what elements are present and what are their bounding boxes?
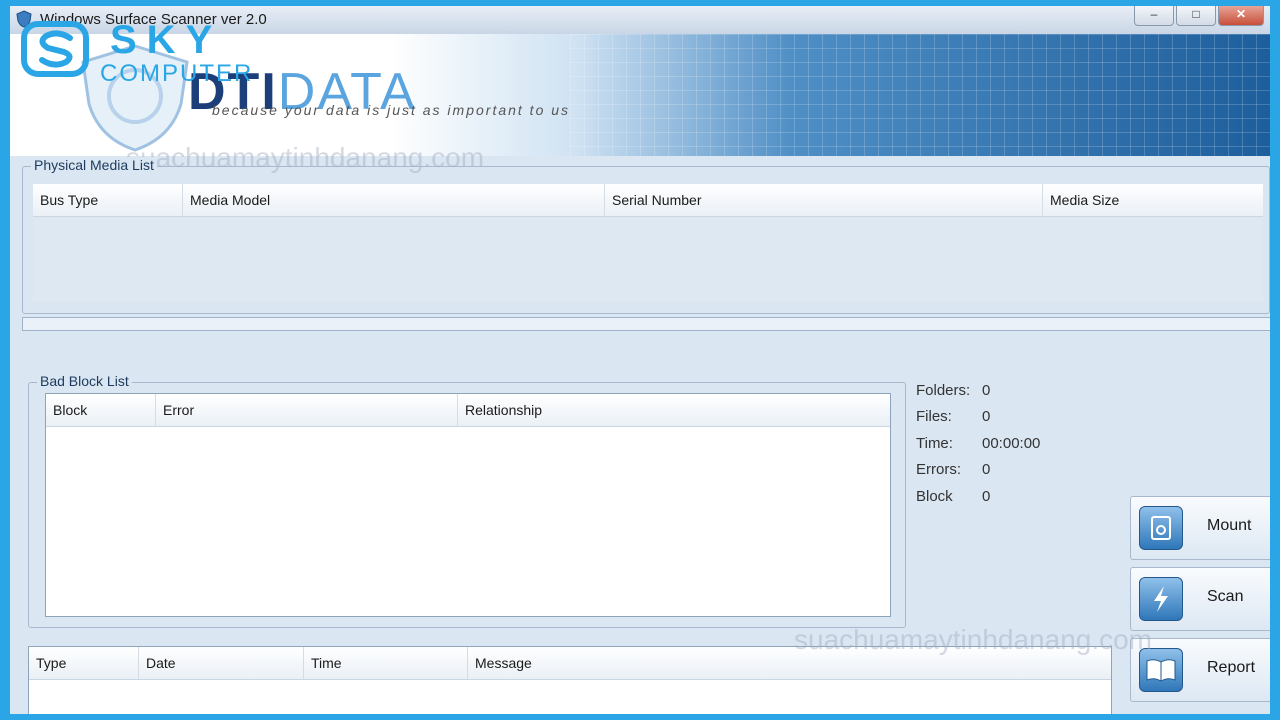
disk-icon-svg [1151,516,1171,540]
maximize-button[interactable]: □ [1176,6,1216,26]
overlay-logo-mark [21,21,89,77]
stat-time: Time: 00:00:00 [916,435,1076,457]
bad-block-group: Bad Block List Block Error Relationship [28,373,906,628]
stat-time-label: Time: [916,435,953,452]
stat-block-label: Block [916,488,953,505]
scan-button[interactable]: Scan [1130,567,1270,631]
minimize-button[interactable]: – [1134,6,1174,26]
scan-button-label: Scan [1207,588,1244,605]
report-button-label: Report [1207,659,1256,676]
column-header-type[interactable]: Type [29,647,139,679]
column-header-date[interactable]: Date [139,647,304,679]
banner-grid-pattern [570,34,1270,156]
stat-folders-label: Folders: [916,382,971,399]
app-window: Windows Surface Scanner ver 2.0 – □ ✕ DT… [10,6,1270,714]
stat-block: Block 0 [916,488,1076,510]
bad-block-label: Bad Block List [37,373,132,389]
maximize-icon: □ [1192,7,1200,21]
bad-block-list[interactable]: Block Error Relationship [45,393,891,617]
lightning-icon-svg [1154,586,1168,612]
stat-files-label: Files: [916,408,952,425]
scan-progress-bar [22,317,1270,331]
stat-errors: Errors: 0 [916,461,1076,483]
stat-folders-value: 0 [982,382,991,399]
mount-button[interactable]: Mount [1130,496,1270,560]
physical-media-group: Physical Media List Bus Type Media Model… [22,157,1270,314]
lightning-icon [1139,577,1183,621]
close-button[interactable]: ✕ [1218,6,1264,26]
column-header-relationship[interactable]: Relationship [458,394,888,426]
physical-media-header: Bus Type Media Model Serial Number Media… [33,184,1263,217]
watermark-text-2: suachuamaytinhdanang.com [794,624,1153,655]
column-header-media-size[interactable]: Media Size [1043,184,1263,216]
window-controls: – □ ✕ [1132,6,1264,26]
physical-media-label: Physical Media List [31,157,157,173]
stat-folders: Folders: 0 [916,382,1076,404]
screenshot-frame: Windows Surface Scanner ver 2.0 – □ ✕ DT… [0,0,1280,720]
overlay-logo: SKY COMPUTER [18,18,251,90]
overlay-logo-word: SKY [110,18,223,62]
stat-errors-label: Errors: [916,461,961,478]
column-header-serial-number[interactable]: Serial Number [605,184,1043,216]
brand-tagline: because your data is just as important t… [212,102,571,118]
log-list[interactable]: Type Date Time Message [28,646,1112,714]
stat-time-value: 00:00:00 [982,435,1041,452]
disk-icon [1139,506,1183,550]
mount-button-label: Mount [1207,517,1252,534]
stat-errors-value: 0 [982,461,991,478]
stat-files-value: 0 [982,408,991,425]
close-icon: ✕ [1235,7,1247,21]
overlay-logo-sub: COMPUTER [100,60,254,87]
minimize-icon: – [1150,7,1158,21]
column-header-error[interactable]: Error [156,394,458,426]
physical-media-list[interactable]: Bus Type Media Model Serial Number Media… [33,184,1263,302]
column-header-time[interactable]: Time [304,647,468,679]
column-header-media-model[interactable]: Media Model [183,184,605,216]
bad-block-header: Block Error Relationship [46,394,890,427]
column-header-bus-type[interactable]: Bus Type [33,184,183,216]
stat-block-value: 0 [982,488,991,505]
column-header-block[interactable]: Block [46,394,156,426]
stat-files: Files: 0 [916,408,1076,430]
